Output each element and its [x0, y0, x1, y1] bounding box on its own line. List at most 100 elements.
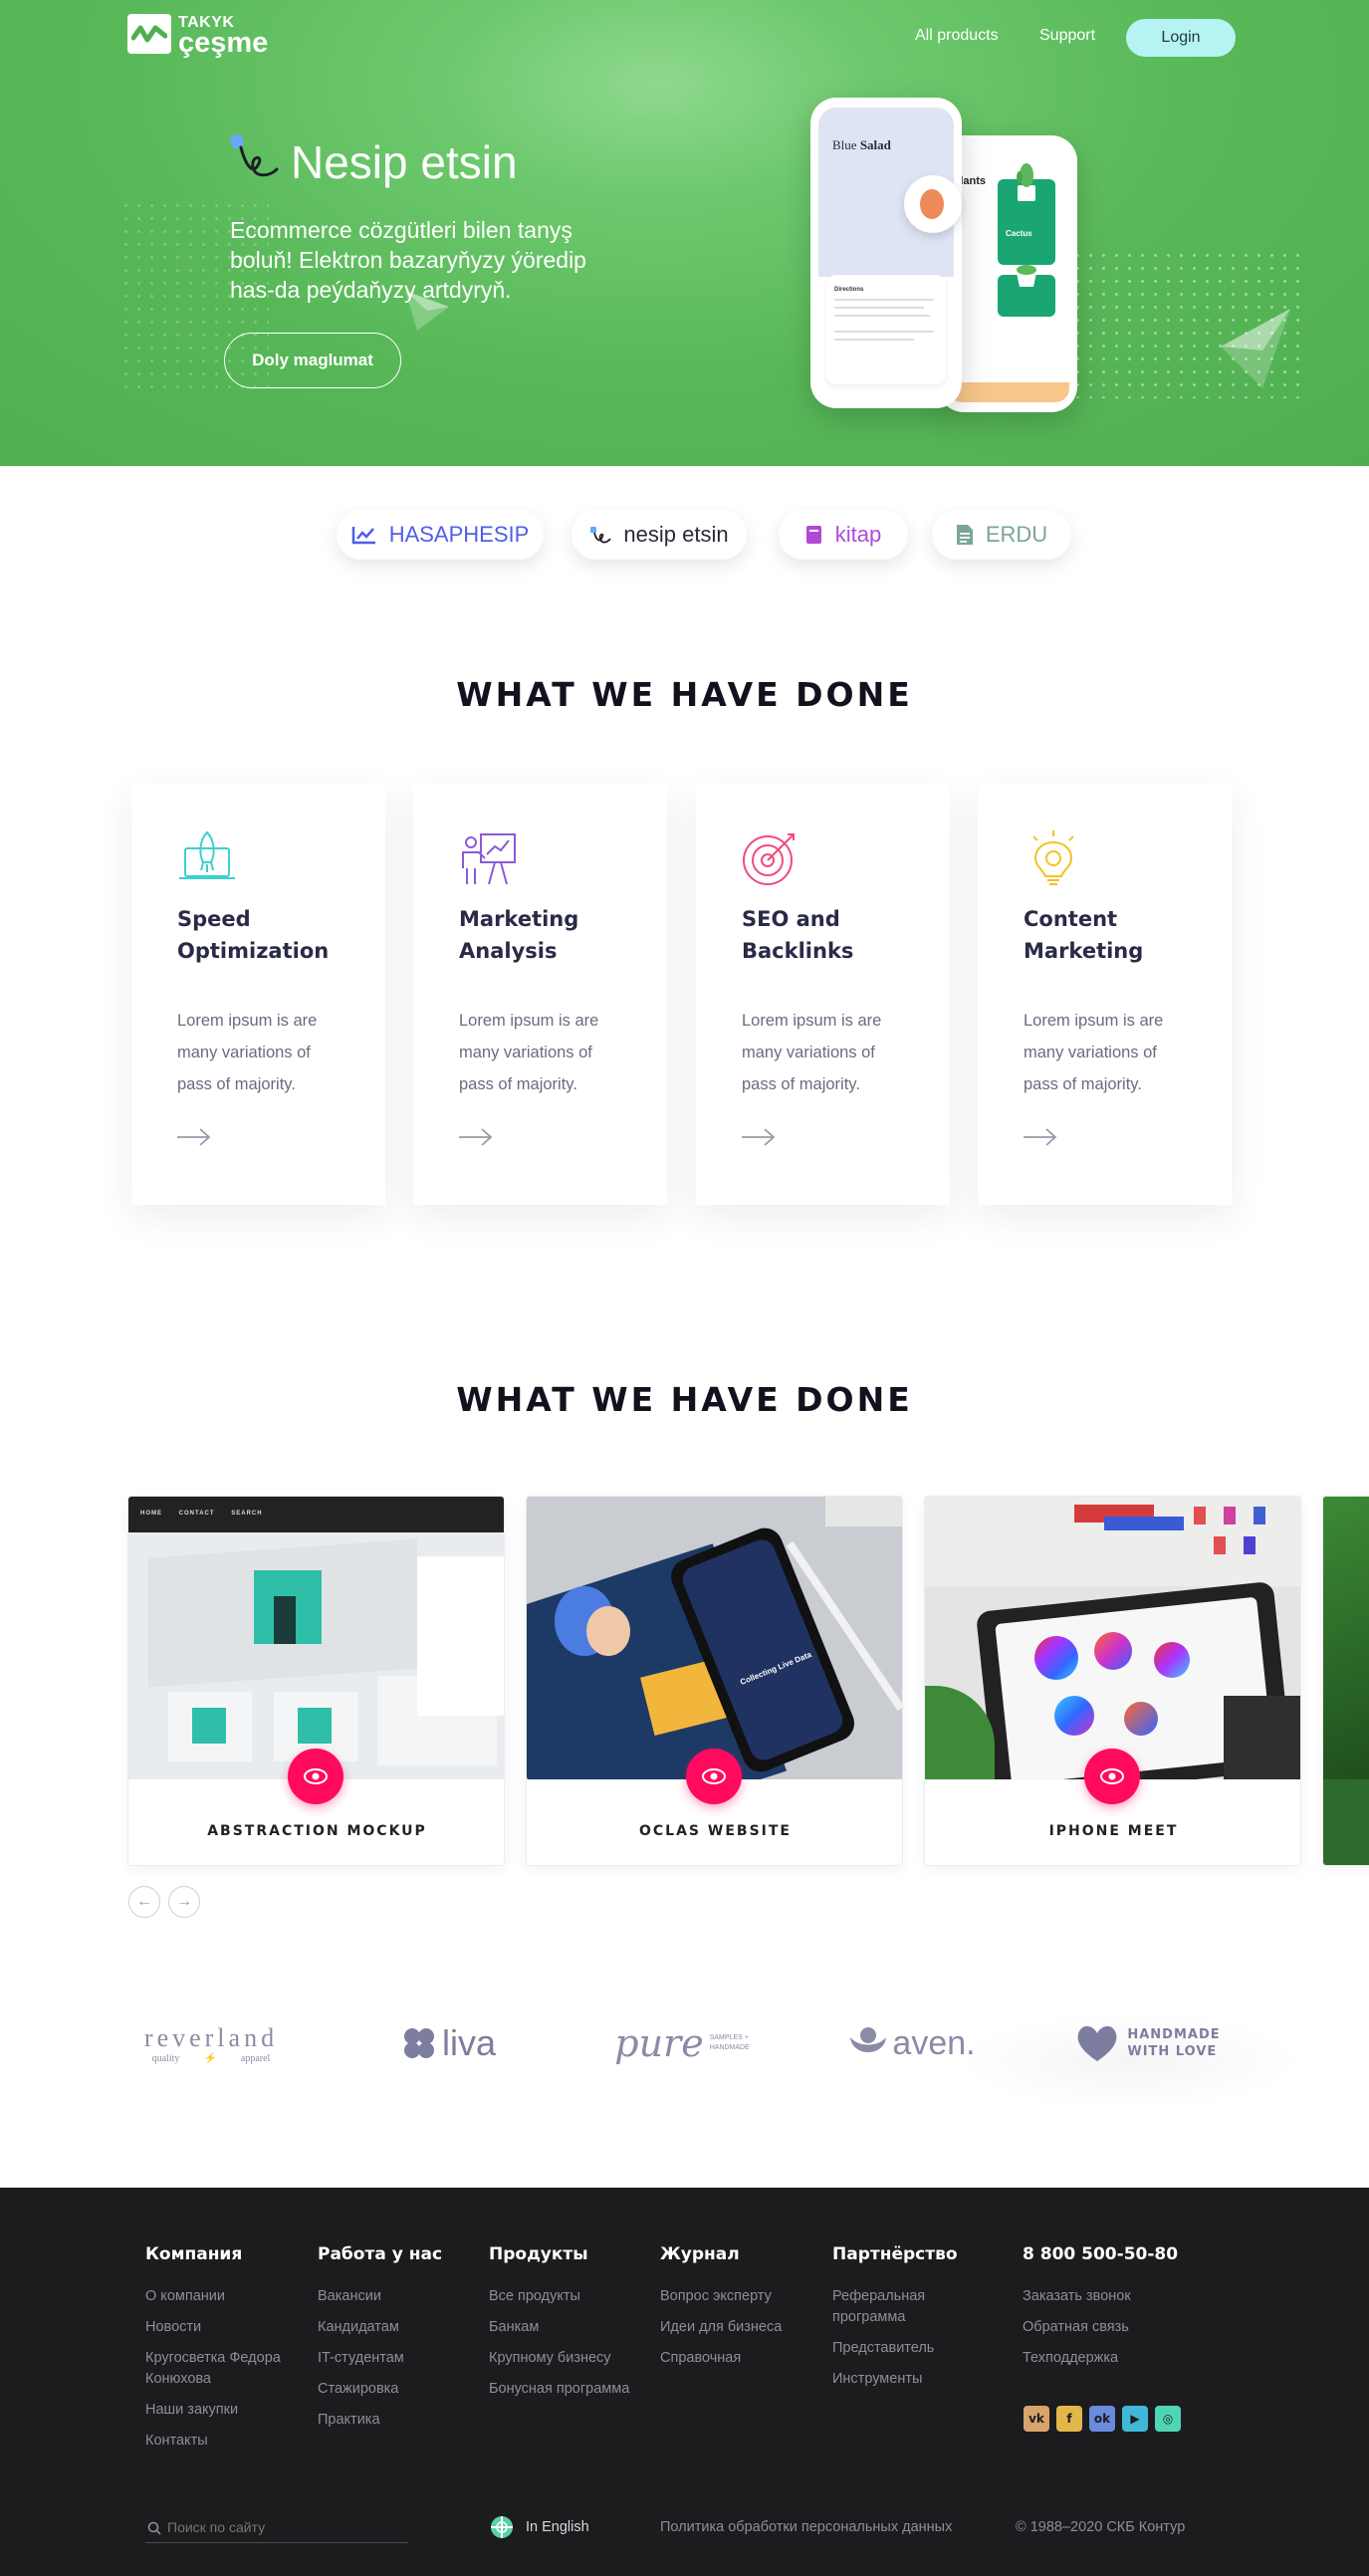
instagram-icon[interactable]: ◎ [1155, 2406, 1181, 2432]
footer-link[interactable]: IT-студентам [318, 2348, 467, 2369]
footer-link[interactable]: Заказать звонок [1023, 2286, 1202, 2307]
portfolio-card-abstraction[interactable]: HOME CONTACT SEARCH ABSTRACTION MOCKUP [127, 1496, 505, 1866]
footer-link[interactable]: Вопрос эксперту [660, 2286, 809, 2307]
product-label: kitap [834, 522, 882, 547]
footer-link[interactable]: О компании [145, 2286, 295, 2307]
product-kitap[interactable]: kitap [779, 510, 908, 560]
arrow-right-icon[interactable] [742, 1127, 776, 1147]
footer-col-partnership: Партнёрство Реферальная программа Предст… [832, 2244, 962, 2400]
brand-name: HANDMADE [1127, 2027, 1221, 2042]
product-nesip-etsin[interactable]: nesip etsin [571, 510, 747, 560]
footer-link[interactable]: Обратная связь [1023, 2317, 1202, 2338]
service-description: Lorem ipsum is are many variations of pa… [1024, 1012, 1164, 1093]
portfolio-card-oclas[interactable]: Collecting Live Data OCLAS WEBSITE [526, 1496, 903, 1866]
phone-directions-panel: Directions [826, 275, 946, 384]
phone-cactus-title: Cactus [1006, 229, 1032, 238]
footer-col-journal: Журнал Вопрос эксперту Идеи для бизнеса … [660, 2244, 809, 2379]
footer-link[interactable]: Наши закупки [145, 2400, 295, 2421]
hero-banner: TAKYK çeşme All products Support Login N… [0, 0, 1369, 466]
footer-link[interactable]: Банкам [489, 2317, 648, 2338]
carousel-next-button[interactable]: → [168, 1886, 200, 1918]
nesip-logo-icon [229, 133, 279, 177]
heart-icon [1077, 2025, 1117, 2061]
brand-pure[interactable]: pure SAMPLES + HANDMADE [607, 2013, 757, 2073]
portfolio-card-partial[interactable] [1322, 1496, 1369, 1866]
nav-support[interactable]: Support [1039, 27, 1095, 45]
footer-link[interactable]: Стажировка [318, 2379, 467, 2400]
portfolio-card-iphone[interactable]: IPHONE MEET [924, 1496, 1301, 1866]
brand-sub: WITH LOVE [1127, 2044, 1218, 2059]
footer-col-products: Продукты Все продукты Банкам Крупному би… [489, 2244, 648, 2410]
footer-link[interactable]: Техподдержка [1023, 2348, 1202, 2369]
presentation-board-icon [462, 833, 516, 885]
brand-sub: quality [151, 2052, 180, 2064]
book-icon [805, 525, 823, 545]
view-eye-button[interactable] [288, 1749, 343, 1804]
lightbulb-icon [1032, 830, 1074, 885]
vk-icon[interactable]: vk [1024, 2406, 1049, 2432]
service-title: SEO and Backlinks [742, 907, 854, 963]
product-erdu[interactable]: ERDU [932, 510, 1071, 560]
service-card-marketing[interactable]: Marketing Analysis Lorem ipsum is are ma… [413, 784, 667, 1205]
service-card-content[interactable]: Content Marketing Lorem ipsum is are man… [978, 784, 1232, 1205]
portfolio-image: HOME CONTACT SEARCH [128, 1497, 504, 1779]
service-card-seo[interactable]: SEO and Backlinks Lorem ipsum is are man… [696, 784, 950, 1205]
footer-link[interactable]: Инструменты [832, 2369, 962, 2390]
footer-link[interactable]: Крупному бизнесу [489, 2348, 648, 2369]
search-input[interactable] [167, 2517, 406, 2537]
footer-link[interactable]: Новости [145, 2317, 295, 2338]
arrow-left-icon: ← [136, 1893, 152, 1910]
rocket-laptop-icon [179, 830, 235, 879]
footer-link[interactable]: Контакты [145, 2431, 295, 2452]
arrow-right-icon[interactable] [459, 1127, 493, 1147]
brand-name: reverland [143, 2022, 279, 2052]
service-title: Speed Optimization [177, 907, 330, 963]
logo[interactable]: TAKYK çeşme [127, 14, 297, 59]
footer-link[interactable]: Представитель [832, 2338, 962, 2359]
footer-col-title: Партнёрство [832, 2244, 958, 2264]
services-heading: WHAT WE HAVE DONE [456, 675, 913, 714]
brand-name: aven. [892, 2023, 976, 2062]
footer-link[interactable]: Практика [318, 2410, 467, 2431]
nav-all-products[interactable]: All products [915, 27, 999, 45]
footer-link[interactable]: Кругосветка Федора Конюхова [145, 2348, 295, 2390]
product-hasaphesip[interactable]: HASAPHESIP [337, 510, 544, 560]
login-button[interactable]: Login [1126, 19, 1236, 57]
arrow-right-icon[interactable] [177, 1127, 211, 1147]
footer-search[interactable] [145, 2511, 408, 2543]
language-switch[interactable]: In English [490, 2515, 589, 2539]
view-eye-button[interactable] [686, 1749, 742, 1804]
privacy-link[interactable]: Политика обработки персональных данных [660, 2519, 952, 2535]
portfolio-title: IPHONE MEET [1048, 1823, 1179, 1839]
footer-link[interactable]: Справочная [660, 2348, 809, 2369]
service-title: Marketing Analysis [459, 907, 579, 963]
arrow-right-icon[interactable] [1024, 1127, 1057, 1147]
footer-link[interactable]: Реферальная программа [832, 2286, 962, 2328]
footer-link[interactable]: Бонусная программа [489, 2379, 648, 2400]
hero-description: Ecommerce cözgütleri bilen tanyş boluň! … [230, 217, 586, 303]
brand-liva[interactable]: liva [393, 2013, 503, 2073]
brand-handmade[interactable]: HANDMADE WITH LOVE [1075, 2013, 1221, 2073]
footer-link[interactable]: Кандидатам [318, 2317, 467, 2338]
brand-aven[interactable]: aven. [842, 2013, 982, 2073]
footer-link[interactable]: Все продукты [489, 2286, 648, 2307]
facebook-icon[interactable]: f [1056, 2406, 1082, 2432]
youtube-icon[interactable]: ▶ [1122, 2406, 1148, 2432]
footer-link[interactable]: Идеи для бизнеса [660, 2317, 809, 2338]
service-description: Lorem ipsum is are many variations of pa… [459, 1012, 599, 1093]
service-card-speed[interactable]: Speed Optimization Lorem ipsum is are ma… [131, 784, 385, 1205]
brand-sub: apparel [240, 2052, 271, 2064]
service-title: Content Marketing [1024, 907, 1144, 963]
phone-second-card [998, 265, 1055, 317]
brand-reverland[interactable]: reverland quality ⚡ apparel [131, 2013, 291, 2073]
view-eye-button[interactable] [1084, 1749, 1140, 1804]
arrow-right-icon: → [176, 1893, 192, 1910]
more-info-button[interactable]: Doly maglumat [224, 333, 401, 388]
phone-bottom-bar [948, 382, 1069, 402]
odnoklassniki-icon[interactable]: ok [1089, 2406, 1115, 2432]
portfolio-image: Collecting Live Data [527, 1497, 902, 1779]
footer-phone[interactable]: 8 800 500-50-80 [1023, 2244, 1202, 2264]
carousel-prev-button[interactable]: ← [128, 1886, 160, 1918]
footer-link[interactable]: Вакансии [318, 2286, 467, 2307]
eye-icon [304, 1768, 328, 1784]
